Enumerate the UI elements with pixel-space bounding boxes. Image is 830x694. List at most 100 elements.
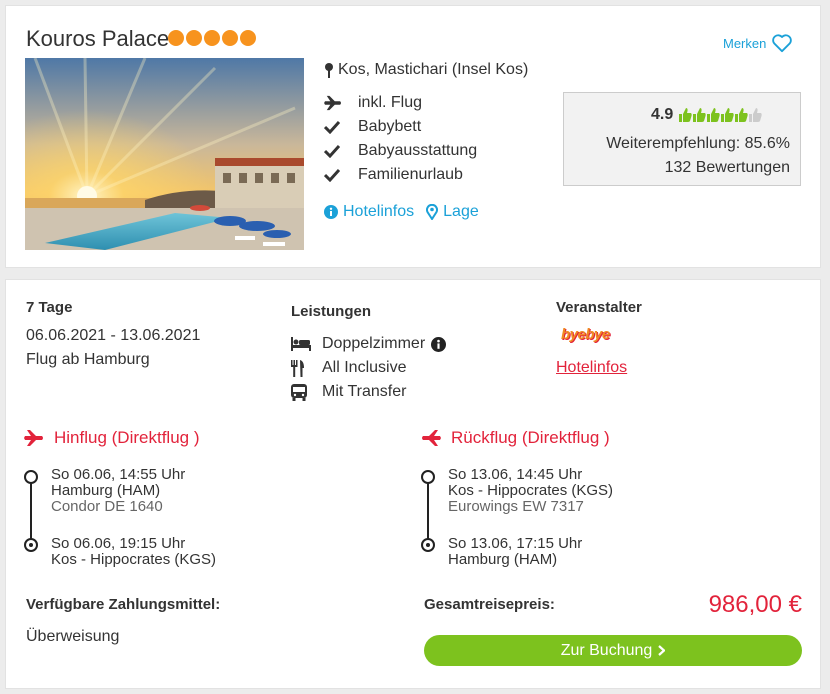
pin-icon [325, 63, 333, 78]
booking-button-label: Zur Buchung [560, 641, 653, 659]
lage-label: Lage [443, 203, 479, 220]
trip-duration: 7 Tage [26, 299, 73, 316]
hotel-location: Kos, Mastichari (Insel Kos) [324, 61, 528, 79]
info-icon[interactable] [431, 336, 447, 352]
plane-icon [422, 430, 441, 446]
thumb-up-icon [735, 108, 748, 122]
plane-icon [324, 95, 341, 111]
outbound-departure: So 06.06, 14:55 Uhr Hamburg (HAM) Condor… [51, 467, 185, 515]
service-item: All Inclusive [291, 356, 446, 380]
return-heading-label: Rückflug (Direktflug ) [451, 428, 610, 447]
hotel-photo[interactable] [25, 58, 304, 250]
feature-item: Babybett [324, 115, 477, 139]
feature-label: Babyausstattung [358, 142, 478, 159]
trip-departure: Flug ab Hamburg [26, 351, 150, 368]
merken-button[interactable]: Merken [723, 33, 793, 53]
feature-item: Familienurlaub [324, 163, 477, 187]
arrival-dot [24, 538, 38, 552]
bus-icon [291, 383, 307, 401]
arrival-airport: Kos - Hippocrates (KGS) [51, 551, 217, 568]
rating-score: 4.9 [651, 106, 674, 123]
timeline-line [427, 477, 429, 544]
arrival-airport: Hamburg (HAM) [448, 551, 558, 568]
service-item: Mit Transfer [291, 380, 446, 404]
total-price: 986,00 € [708, 591, 802, 618]
departure-airport: Hamburg (HAM) [51, 482, 161, 499]
recommendation-rate: Weiterempfehlung: 85.6% [606, 135, 790, 152]
heart-icon [772, 34, 793, 53]
service-label: All Inclusive [322, 359, 407, 376]
return-departure: So 13.06, 14:45 Uhr Kos - Hippocrates (K… [448, 467, 613, 515]
info-icon [324, 205, 338, 219]
services-heading: Leistungen [291, 303, 372, 320]
service-label: Mit Transfer [322, 383, 407, 400]
feature-list: inkl. Flug Babybett Babyausstattung Fami… [324, 91, 477, 187]
chevron-right-icon [658, 645, 666, 656]
hotelinfos-link[interactable]: Hotelinfos [324, 203, 414, 221]
thumbs-rating [679, 108, 762, 122]
flight-number: Condor DE 1640 [51, 498, 163, 515]
feature-label: Babybett [358, 118, 422, 135]
operator-logo: byebye [561, 326, 610, 343]
check-icon [324, 144, 340, 158]
bed-icon [291, 337, 311, 351]
departure-time: So 13.06, 14:45 Uhr [448, 466, 583, 483]
rating-score-row: 4.9 [651, 106, 762, 124]
return-arrival: So 13.06, 17:15 Uhr Hamburg (HAM) [448, 536, 582, 568]
star-icon [168, 30, 184, 46]
rating-box[interactable]: 4.9 Weiterempfehlung: 85.6% 132 Bewertun… [563, 92, 801, 186]
outbound-heading-label: Hinflug (Direktflug ) [54, 428, 200, 447]
return-timeline: So 13.06, 14:45 Uhr Kos - Hippocrates (K… [421, 467, 671, 568]
star-rating [168, 30, 256, 46]
feature-item: Babyausstattung [324, 139, 477, 163]
trip-details-card: 7 Tage 06.06.2021 - 13.06.2021 Flug ab H… [5, 279, 821, 689]
thumb-up-icon [721, 108, 734, 122]
star-icon [240, 30, 256, 46]
trip-dates: 06.06.2021 - 13.06.2021 [26, 327, 201, 344]
return-heading: Rückflug (Direktflug ) [421, 428, 610, 448]
location-label: Kos, Mastichari (Insel Kos) [338, 61, 529, 78]
map-pin-icon [426, 204, 439, 220]
price-label: Gesamtreisepreis: [424, 596, 555, 613]
outbound-timeline: So 06.06, 14:55 Uhr Hamburg (HAM) Condor… [24, 467, 274, 568]
feature-item: inkl. Flug [324, 91, 477, 115]
feature-label: inkl. Flug [358, 94, 423, 111]
services-list: Doppelzimmer All Inclusive Mit Transfer [291, 332, 447, 404]
thumb-up-icon [679, 108, 692, 122]
plane-icon [24, 430, 43, 446]
departure-dot [421, 470, 435, 484]
payment-method: Überweisung [26, 628, 120, 645]
arrival-dot [421, 538, 435, 552]
thumb-up-icon [749, 108, 762, 122]
hotelinfos-label: Hotelinfos [343, 203, 415, 220]
star-icon [204, 30, 220, 46]
thumb-up-icon [707, 108, 720, 122]
arrival-time: So 06.06, 19:15 Uhr [51, 535, 186, 552]
departure-time: So 06.06, 14:55 Uhr [51, 466, 186, 483]
operator-hotelinfos-link[interactable]: Hotelinfos [556, 359, 627, 377]
thumb-up-icon [693, 108, 706, 122]
timeline-line [30, 477, 32, 544]
outbound-heading: Hinflug (Direktflug ) [24, 428, 200, 448]
departure-airport: Kos - Hippocrates (KGS) [448, 482, 614, 499]
operator-heading: Veranstalter [556, 299, 642, 316]
hotel-name[interactable]: Kouros Palace [26, 26, 169, 52]
hotel-links: Hotelinfos Lage [324, 203, 479, 221]
hotel-card: Kouros Palace Merken Kos, Mastichari (In… [5, 5, 821, 268]
service-label: Doppelzimmer [322, 335, 426, 352]
payment-heading: Verfügbare Zahlungsmittel: [26, 596, 221, 613]
service-item: Doppelzimmer [291, 332, 447, 356]
feature-label: Familienurlaub [358, 166, 463, 183]
arrival-time: So 13.06, 17:15 Uhr [448, 535, 583, 552]
departure-dot [24, 470, 38, 484]
booking-button[interactable]: Zur Buchung [424, 635, 802, 666]
flight-number: Eurowings EW 7317 [448, 498, 584, 515]
lage-link[interactable]: Lage [426, 203, 479, 221]
check-icon [324, 120, 340, 134]
cutlery-icon [291, 359, 304, 377]
check-icon [324, 168, 340, 182]
star-icon [222, 30, 238, 46]
merken-label: Merken [723, 35, 767, 51]
star-icon [186, 30, 202, 46]
review-count: 132 Bewertungen [664, 159, 790, 176]
